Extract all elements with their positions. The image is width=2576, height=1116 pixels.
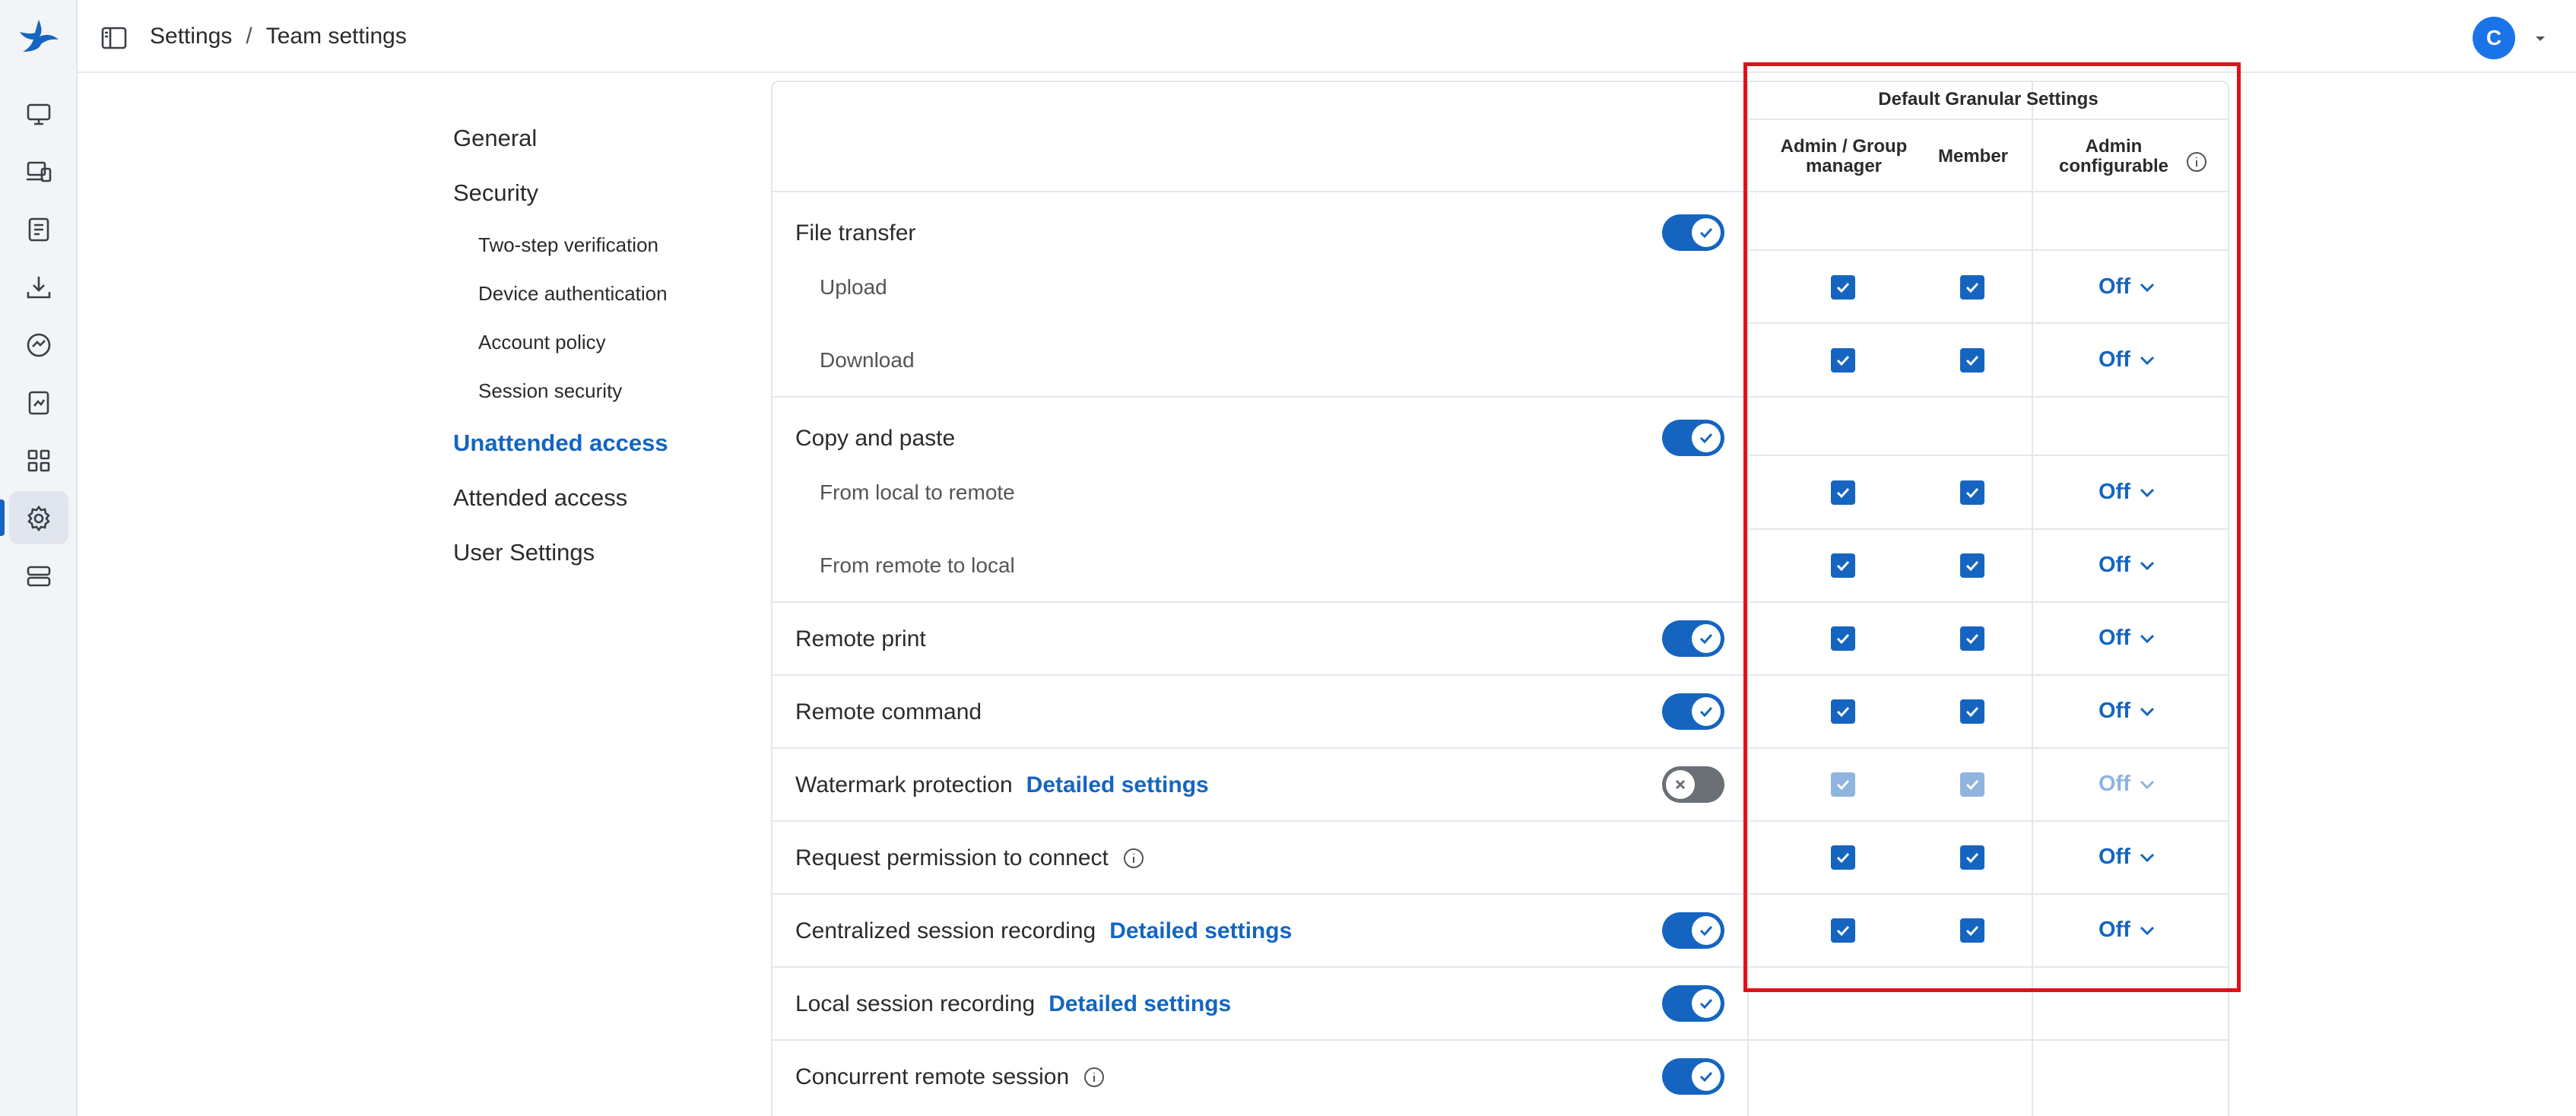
row-concurrent-session: Concurrent remote session (795, 1064, 1106, 1090)
concurrent-session-toggle[interactable] (1662, 1058, 1724, 1095)
server-icon[interactable] (24, 561, 54, 591)
row-copy-and-paste: Copy and paste (795, 426, 955, 452)
row-file-transfer: File transfer (795, 220, 915, 246)
apps-grid-icon[interactable] (24, 445, 54, 476)
check-icon (1699, 1071, 1713, 1083)
row-label: File transfer (795, 220, 916, 246)
breadcrumb-separator: / (246, 24, 252, 49)
nav-user-settings[interactable]: User Settings (453, 539, 595, 566)
row-local-to-remote: From local to remote (820, 480, 1015, 505)
nav-two-step-verification[interactable]: Two-step verification (478, 233, 658, 257)
row-remote-command: Remote command (795, 699, 982, 725)
row-local-recording: Local session recording Detailed settings (795, 991, 1231, 1017)
nav-unattended-access[interactable]: Unattended access (453, 430, 668, 457)
row-label: Copy and paste (795, 426, 956, 451)
detailed-settings-link[interactable]: Detailed settings (1048, 991, 1231, 1017)
check-icon (1699, 227, 1713, 239)
breadcrumb: Settings / Team settings (150, 24, 407, 49)
nav-device-authentication[interactable]: Device authentication (478, 282, 668, 306)
row-remote-print: Remote print (795, 626, 926, 652)
row-upload: Upload (820, 275, 887, 300)
nav-security[interactable]: Security (453, 179, 538, 207)
nav-account-policy[interactable]: Account policy (478, 331, 606, 354)
check-icon (1699, 706, 1713, 718)
report-icon[interactable] (24, 388, 54, 418)
row-request-permission: Request permission to connect (795, 845, 1145, 871)
row-label: Upload (820, 275, 887, 299)
local-recording-toggle[interactable] (1662, 985, 1724, 1022)
download-icon[interactable] (24, 272, 54, 303)
row-download: Download (820, 348, 915, 373)
info-icon[interactable] (1122, 847, 1145, 870)
row-label: Download (820, 348, 915, 372)
devices-icon[interactable] (24, 157, 54, 187)
row-label: Remote command (795, 699, 982, 724)
highlight-box (1743, 62, 2241, 992)
rail-active-indicator (0, 499, 5, 536)
row-remote-to-local: From remote to local (820, 553, 1015, 578)
nav-attended-access[interactable]: Attended access (453, 484, 627, 512)
row-label: From remote to local (820, 553, 1015, 577)
caret-down-icon[interactable] (2533, 32, 2547, 46)
info-icon[interactable] (1083, 1066, 1106, 1089)
remote-print-toggle[interactable] (1662, 620, 1724, 657)
document-icon[interactable] (24, 214, 54, 245)
gear-icon[interactable] (24, 503, 54, 534)
row-label: Concurrent remote session (795, 1064, 1070, 1089)
app-rail (0, 0, 78, 1116)
remote-command-toggle[interactable] (1662, 693, 1724, 730)
close-icon (1675, 779, 1686, 790)
copy-paste-toggle[interactable] (1662, 420, 1724, 456)
check-icon (1699, 925, 1713, 937)
row-label: Watermark protection (795, 772, 1013, 797)
file-transfer-toggle[interactable] (1662, 214, 1724, 251)
sidebar-toggle-icon[interactable] (99, 23, 129, 53)
row-label: Request permission to connect (795, 845, 1109, 870)
logo-icon[interactable] (17, 17, 61, 55)
row-watermark-protection: Watermark protection Detailed settings (795, 772, 1209, 798)
nav-general[interactable]: General (453, 125, 537, 152)
breadcrumb-current: Team settings (265, 24, 407, 49)
monitor-icon[interactable] (24, 99, 54, 129)
row-centralized-recording: Centralized session recording Detailed se… (795, 918, 1292, 944)
row-label: Remote print (795, 626, 926, 652)
detailed-settings-link[interactable]: Detailed settings (1026, 772, 1209, 798)
check-icon (1699, 633, 1713, 645)
breadcrumb-settings[interactable]: Settings (150, 24, 232, 49)
nav-session-security[interactable]: Session security (478, 379, 622, 403)
detailed-settings-link[interactable]: Detailed settings (1109, 918, 1292, 944)
check-icon (1699, 433, 1713, 444)
central-recording-toggle[interactable] (1662, 912, 1724, 949)
row-label: Centralized session recording (795, 918, 1096, 943)
analytics-icon[interactable] (24, 330, 54, 360)
row-divider (771, 1039, 2229, 1041)
watermark-toggle[interactable] (1662, 766, 1724, 803)
avatar[interactable]: C (2473, 17, 2515, 59)
row-label: From local to remote (820, 480, 1015, 504)
check-icon (1699, 998, 1713, 1010)
row-label: Local session recording (795, 991, 1036, 1016)
